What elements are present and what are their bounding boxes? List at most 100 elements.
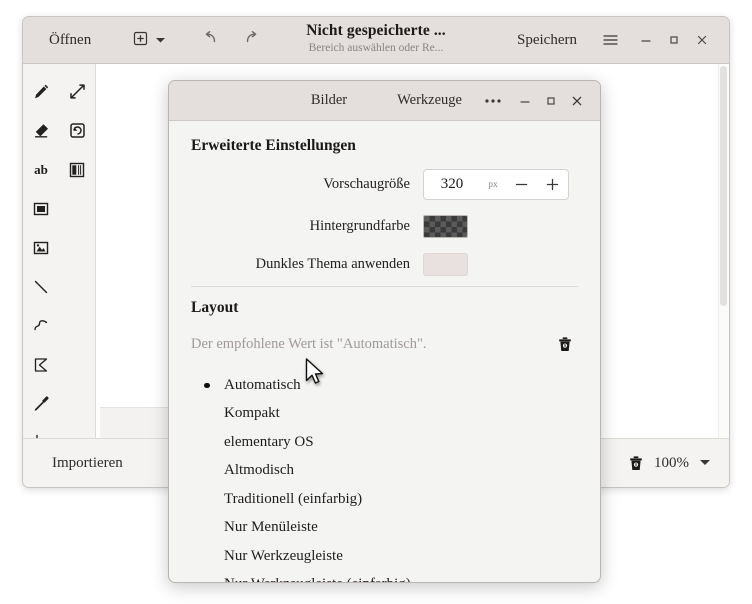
stamp-tool[interactable]: [23, 228, 59, 267]
color-picker-tool[interactable]: [23, 384, 59, 423]
minimize-button[interactable]: [633, 27, 659, 53]
layout-option-traditionell[interactable]: Traditionell (einfarbig): [199, 485, 578, 514]
dialog-header: Bilder Werkzeuge: [169, 81, 600, 121]
background-color-label: Hintergrundfarbe: [191, 218, 423, 235]
tool-spacer: [59, 384, 95, 423]
new-document-button[interactable]: [125, 27, 174, 54]
preview-size-stepper[interactable]: 320 px: [423, 169, 569, 200]
dialog-maximize-button[interactable]: [538, 88, 564, 114]
close-icon: [570, 95, 584, 107]
layout-option-kompakt[interactable]: Kompakt: [199, 400, 578, 429]
preview-size-label: Vorschaugröße: [191, 176, 423, 193]
redo-arrow-icon: [243, 30, 260, 45]
preview-size-increment-button[interactable]: [537, 170, 568, 199]
maximize-icon: [544, 95, 558, 107]
tool-spacer: [59, 228, 95, 267]
maximize-button[interactable]: [661, 27, 687, 53]
layout-option-label: elementary OS: [224, 434, 314, 451]
layout-option-nur-werkzeugleiste[interactable]: Nur Werkzeugleiste: [199, 542, 578, 571]
text-tool[interactable]: ab: [23, 150, 59, 189]
pencil-icon: [32, 82, 51, 101]
canvas-scrollbar[interactable]: [718, 64, 729, 488]
polygon-tool[interactable]: [23, 345, 59, 384]
rotate-tool[interactable]: [59, 111, 95, 150]
polygon-icon: [32, 356, 50, 374]
curve-icon: [32, 317, 51, 335]
eraser-icon: [31, 121, 51, 141]
dark-theme-row: Dunkles Thema anwenden: [191, 253, 578, 276]
layout-reset-button[interactable]: [552, 331, 578, 357]
close-button[interactable]: [689, 27, 715, 53]
layout-section-title: Layout: [191, 299, 578, 317]
canvas-scrollbar-thumb[interactable]: [720, 66, 727, 306]
trash-icon: [628, 455, 644, 472]
plus-icon: [545, 177, 560, 192]
save-button[interactable]: Speichern: [509, 28, 585, 53]
redo-button[interactable]: [239, 28, 264, 52]
footer-right-group: 100%: [628, 455, 729, 472]
tool-spacer: [59, 267, 95, 306]
tool-spacer: [59, 306, 95, 345]
new-document-icon: [133, 31, 148, 50]
tab-bilder[interactable]: Bilder: [299, 88, 359, 113]
preview-size-row: Vorschaugröße 320 px: [191, 169, 578, 200]
dialog-minimize-button[interactable]: [512, 88, 538, 114]
zoom-dropdown-button[interactable]: [699, 458, 711, 469]
layout-options-list: Automatisch Kompakt elementary OS Altmod…: [199, 371, 578, 583]
layout-option-label: Automatisch: [224, 377, 301, 394]
undo-button[interactable]: [198, 28, 223, 52]
dark-theme-toggle[interactable]: [423, 253, 468, 276]
layout-option-label: Nur Werkzeugleiste: [224, 548, 343, 565]
dialog-close-button[interactable]: [564, 88, 590, 114]
eraser-tool[interactable]: [23, 111, 59, 150]
more-options-button[interactable]: [474, 92, 512, 109]
layout-option-label: Nur Menüleiste: [224, 519, 318, 536]
panels-tool[interactable]: [59, 150, 95, 189]
pencil-tool[interactable]: [23, 72, 59, 111]
eyedropper-icon: [32, 394, 51, 413]
zoom-level-label: 100%: [654, 455, 689, 472]
line-icon: [32, 278, 50, 296]
rotate-icon: [68, 121, 87, 140]
hamburger-menu-button[interactable]: [597, 27, 623, 53]
tool-spacer: [59, 345, 95, 384]
layout-option-label: Kompakt: [224, 405, 280, 422]
rectangle-tool[interactable]: [23, 189, 59, 228]
close-icon: [695, 34, 709, 46]
layout-hint-row: Der empfohlene Wert ist "Automatisch".: [191, 331, 578, 357]
background-color-swatch[interactable]: [423, 215, 468, 238]
layout-hint-text: Der empfohlene Wert ist "Automatisch".: [191, 336, 552, 353]
tab-werkzeuge[interactable]: Werkzeuge: [385, 88, 474, 113]
stamp-icon: [32, 239, 50, 257]
layout-option-nur-menueleiste[interactable]: Nur Menüleiste: [199, 514, 578, 543]
chevron-down-icon: [155, 33, 166, 48]
undo-arrow-icon: [202, 30, 219, 45]
layout-option-label: Traditionell (einfarbig): [224, 491, 362, 508]
filled-rectangle-icon: [32, 200, 50, 218]
chevron-down-icon: [699, 458, 711, 466]
preview-size-input[interactable]: 320: [424, 176, 480, 193]
undo-redo-group: [198, 28, 264, 52]
trash-button[interactable]: [628, 455, 644, 472]
import-button[interactable]: Importieren: [40, 450, 135, 477]
advanced-settings-title: Erweiterte Einstellungen: [191, 137, 578, 155]
curve-tool[interactable]: [23, 306, 59, 345]
layout-option-automatisch[interactable]: Automatisch: [199, 371, 578, 400]
minimize-icon: [639, 34, 653, 46]
line-tool[interactable]: [23, 267, 59, 306]
preview-size-unit-label: px: [480, 180, 506, 190]
layout-option-elementary-os[interactable]: elementary OS: [199, 428, 578, 457]
layout-option-nur-werkzeugleiste-einfarbig[interactable]: Nur Werkzeugleiste (einfarbig): [199, 571, 578, 584]
layout-option-altmodisch[interactable]: Altmodisch: [199, 457, 578, 486]
resize-tool[interactable]: [59, 72, 95, 111]
background-color-row: Hintergrundfarbe: [191, 215, 578, 238]
minimize-icon: [518, 95, 532, 107]
minus-icon: [514, 177, 529, 192]
tool-spacer: [59, 189, 95, 228]
preferences-dialog: Bilder Werkzeuge Erweiterte Eins: [168, 80, 601, 583]
radio-selected-icon: [199, 383, 215, 389]
trash-icon: [557, 336, 573, 353]
preview-size-decrement-button[interactable]: [506, 170, 537, 199]
open-button[interactable]: Öffnen: [41, 28, 99, 53]
tool-sidebar: ab: [23, 64, 96, 488]
